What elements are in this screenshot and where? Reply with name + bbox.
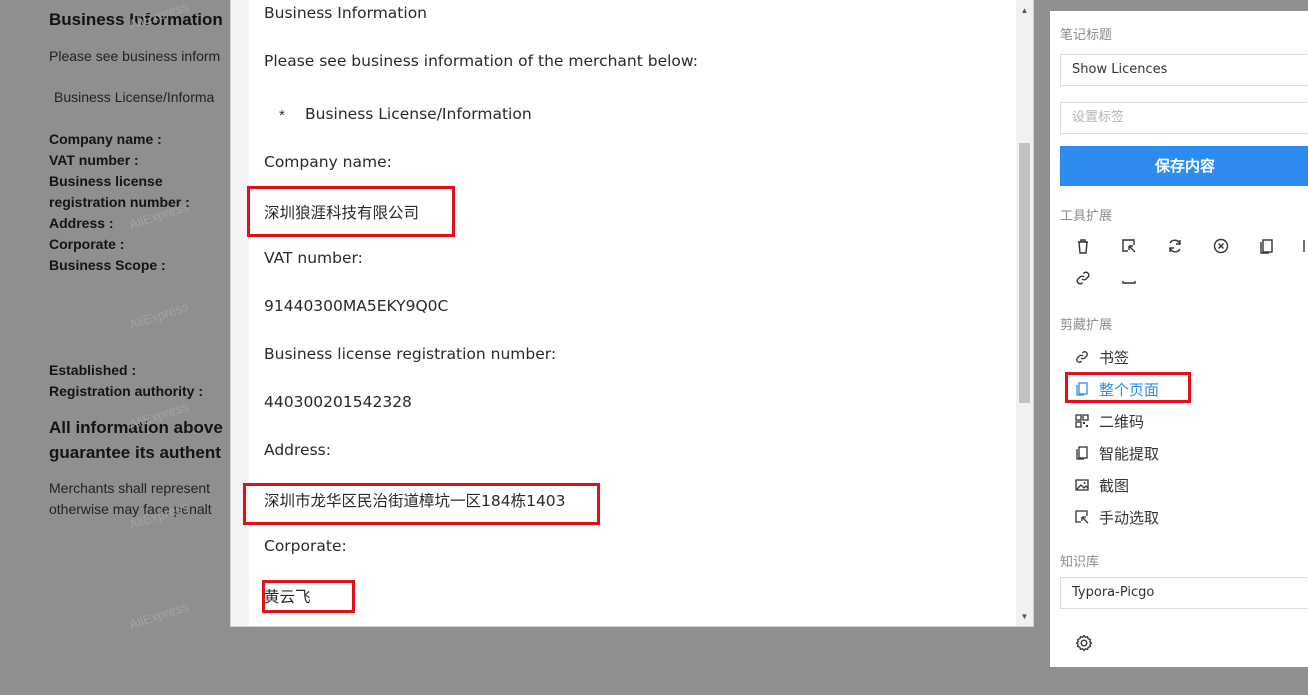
preview-left-gutter bbox=[231, 0, 249, 626]
tags-input[interactable]: 设置标签 bbox=[1060, 102, 1308, 134]
knowledge-base-select[interactable]: Typora-Picgo bbox=[1060, 577, 1308, 609]
highlight-address bbox=[243, 483, 600, 525]
bg-label: Company name : bbox=[49, 131, 162, 147]
qrcode-icon bbox=[1075, 414, 1089, 428]
gear-icon[interactable] bbox=[1074, 633, 1094, 653]
page-preview-modal: Business Information Please see business… bbox=[230, 0, 1034, 627]
bg-label: Corporate : bbox=[49, 236, 125, 252]
link-icon[interactable] bbox=[1074, 269, 1092, 287]
highlight-whole-page bbox=[1065, 372, 1191, 403]
vat-label: VAT number: bbox=[264, 249, 363, 267]
registration-value: 440300201542328 bbox=[264, 393, 412, 411]
vat-value: 91440300MA5EKY9Q0C bbox=[264, 297, 449, 315]
copy-icon bbox=[1076, 446, 1088, 460]
bg-note-line: Merchants shall represent bbox=[49, 480, 211, 496]
save-content-button[interactable]: 保存内容 bbox=[1060, 146, 1308, 186]
bg-label: Business license bbox=[49, 173, 163, 189]
bg-label: VAT number : bbox=[49, 152, 139, 168]
image-icon bbox=[1075, 479, 1089, 491]
registration-label: Business license registration number: bbox=[264, 345, 557, 363]
watermark: AliExpress bbox=[127, 598, 191, 633]
clip-screenshot[interactable]: 截图 bbox=[1074, 473, 1129, 497]
clip-item-label: 书签 bbox=[1099, 348, 1130, 367]
refresh-icon[interactable] bbox=[1166, 237, 1184, 255]
bg-label: Registration authority : bbox=[49, 383, 204, 399]
clip-label: 剪藏扩展 bbox=[1060, 318, 1113, 333]
bg-heading-line: guarantee its authent bbox=[49, 443, 221, 462]
clip-item-label: 二维码 bbox=[1099, 412, 1145, 431]
bg-label: Established : bbox=[49, 362, 137, 378]
bullet-marker: * bbox=[279, 107, 285, 124]
note-title-input[interactable]: Show Licences bbox=[1060, 54, 1308, 86]
note-title-label: 笔记标题 bbox=[1060, 28, 1113, 43]
preview-title: Business Information bbox=[264, 4, 427, 22]
bg-field-labels-2: Established : Registration authority : bbox=[49, 360, 203, 402]
clip-qrcode[interactable]: 二维码 bbox=[1074, 409, 1144, 433]
scrollbar-thumb[interactable] bbox=[1019, 143, 1030, 403]
clip-item-label: 手动选取 bbox=[1099, 508, 1160, 527]
preview-intro: Please see business information of the m… bbox=[264, 52, 698, 70]
preview-content-area: Business Information Please see business… bbox=[231, 0, 1017, 626]
clip-manual-select[interactable]: 手动选取 bbox=[1074, 505, 1159, 529]
vertical-scrollbar[interactable]: ▲ ▼ bbox=[1016, 0, 1033, 626]
select-icon bbox=[1075, 510, 1089, 524]
clip-item-label: 截图 bbox=[1099, 476, 1130, 495]
clip-item-label: 智能提取 bbox=[1099, 444, 1160, 463]
clip-bookmark[interactable]: 书签 bbox=[1074, 345, 1129, 369]
underline-icon[interactable] bbox=[1120, 269, 1138, 287]
highlight-company bbox=[247, 186, 455, 237]
clip-smart-extract[interactable]: 智能提取 bbox=[1074, 441, 1159, 465]
corporate-label: Corporate: bbox=[264, 537, 347, 555]
highlight-corporate bbox=[262, 580, 355, 613]
more-tool-icon[interactable] bbox=[1302, 237, 1308, 255]
bg-license: Business License/Informa bbox=[54, 89, 215, 105]
tools-label: 工具扩展 bbox=[1060, 209, 1113, 224]
link-icon bbox=[1076, 351, 1088, 363]
select-area-icon[interactable] bbox=[1120, 237, 1138, 255]
close-circle-icon[interactable] bbox=[1212, 237, 1230, 255]
trash-icon[interactable] bbox=[1074, 237, 1092, 255]
knowledge-base-label: 知识库 bbox=[1060, 555, 1100, 570]
watermark: AliExpress bbox=[127, 298, 191, 333]
scroll-up-arrow-icon[interactable]: ▲ bbox=[1016, 2, 1033, 19]
preview-bullet-text: Business License/Information bbox=[305, 105, 532, 123]
bg-field-labels: Company name : VAT number : Business lic… bbox=[49, 129, 190, 276]
scroll-down-arrow-icon[interactable]: ▼ bbox=[1016, 608, 1033, 625]
copy-icon[interactable] bbox=[1258, 237, 1276, 255]
bg-intro: Please see business inform bbox=[49, 48, 221, 64]
company-label: Company name: bbox=[264, 153, 392, 171]
clipper-panel: 笔记标题 Show Licences 设置标签 保存内容 工具扩展 剪藏扩展 书… bbox=[1050, 11, 1308, 667]
bg-label: Business Scope : bbox=[49, 257, 166, 273]
address-label: Address: bbox=[264, 441, 331, 459]
